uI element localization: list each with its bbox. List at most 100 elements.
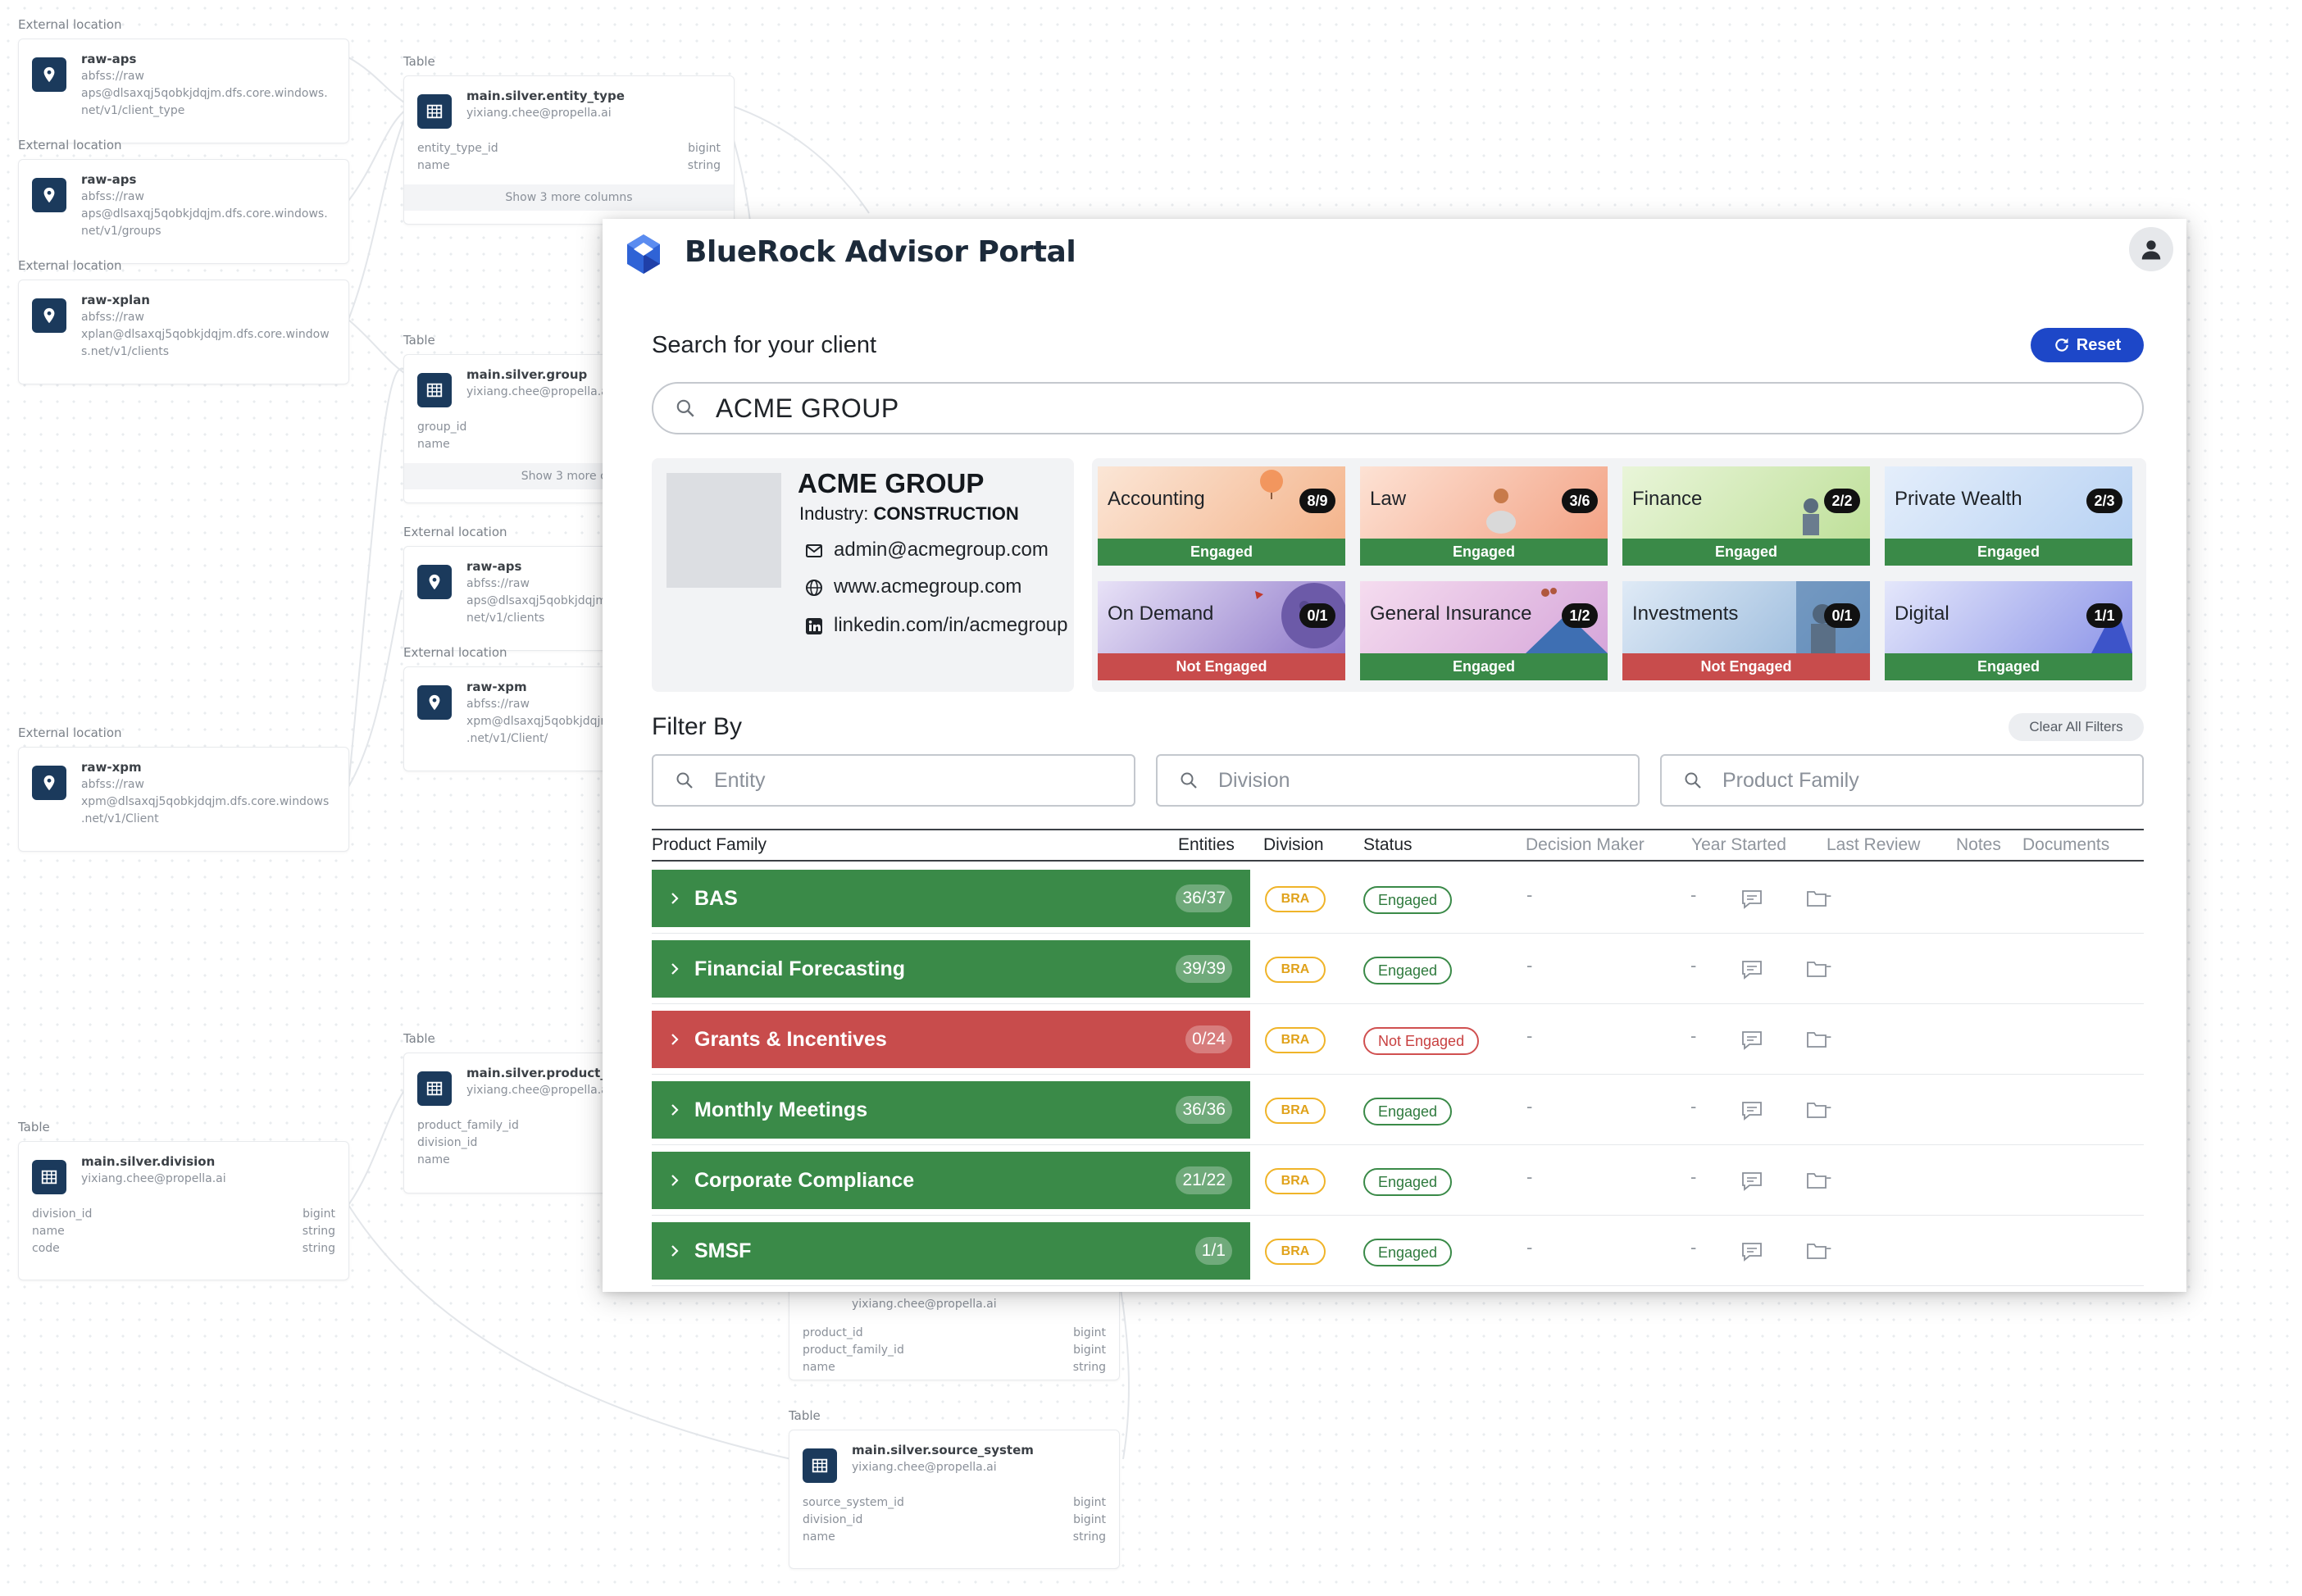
client-logo-placeholder (666, 473, 781, 588)
node-line: abfss://raw (466, 698, 530, 711)
node-title: raw-aps (466, 559, 522, 574)
product-family-bar[interactable]: Corporate Compliance 21/22 (652, 1152, 1250, 1209)
client-search-input[interactable]: ACME GROUP (652, 382, 2144, 434)
notes-icon[interactable] (1741, 960, 1763, 980)
node-title: main.silver.entity_type (466, 89, 625, 103)
node-title: main.silver.source_system (852, 1443, 1034, 1457)
decision-maker-value: - (1526, 955, 1533, 975)
col-status[interactable]: Status (1363, 835, 1413, 855)
service-tile-on-demand[interactable]: On Demand 0/1 Not Engaged (1098, 581, 1345, 680)
division-filter-input[interactable]: Division (1156, 754, 1640, 807)
location-pin-icon (417, 685, 452, 720)
notes-icon[interactable] (1741, 1101, 1763, 1121)
product-family-bar[interactable]: Monthly Meetings 36/36 (652, 1081, 1250, 1139)
filter-by-label: Filter By (652, 713, 743, 740)
lineage-node-silver-division[interactable]: Table main.silver.division yixiang.chee@… (18, 1120, 349, 1280)
product-family-bar[interactable]: SMSF 1/1 (652, 1222, 1250, 1280)
show-more-columns-link[interactable]: Show 3 more columns (404, 184, 734, 211)
bluerock-logo-icon (627, 234, 660, 274)
product-family-bar[interactable]: Grants & Incentives 0/24 (652, 1011, 1250, 1068)
lineage-node-raw-xplan[interactable]: External location raw-xplan abfss://raw … (18, 258, 349, 384)
refresh-icon (2055, 338, 2068, 352)
lineage-node-raw-aps-client-type[interactable]: External location raw-aps abfss://raw ap… (18, 17, 349, 143)
node-column: division_id bigint (803, 1513, 1106, 1526)
user-avatar[interactable] (2129, 227, 2173, 271)
col-division[interactable]: Division (1263, 835, 1324, 855)
year-started-value: - (1690, 1025, 1697, 1046)
product-family-bar[interactable]: BAS 36/37 (652, 870, 1250, 927)
node-line: abfss://raw (81, 190, 144, 203)
service-tile-investments[interactable]: Investments 0/1 Not Engaged (1622, 581, 1870, 680)
table-row[interactable]: SMSF 1/1 BRA Engaged - - - (652, 1216, 2144, 1286)
notes-icon[interactable] (1741, 1171, 1763, 1191)
table-row[interactable]: Grants & Incentives 0/24 BRA Not Engaged - - - (652, 1004, 2144, 1075)
notes-icon[interactable] (1741, 889, 1763, 909)
col-decision-maker[interactable]: Decision Maker (1526, 835, 1645, 855)
product-family-name: Grants & Incentives (694, 1027, 887, 1051)
col-product-family[interactable]: Product Family (652, 835, 767, 855)
col-notes[interactable]: Notes (1956, 835, 2001, 855)
lineage-node-raw-aps-groups[interactable]: External location raw-aps abfss://raw ap… (18, 138, 349, 264)
decision-maker-value: - (1526, 1237, 1533, 1257)
service-tile-law[interactable]: Law 3/6 Engaged (1360, 466, 1608, 566)
node-line: xplan@dlsaxqj5qobkjdqjm.dfs.core.window (81, 328, 330, 341)
search-icon (676, 772, 693, 789)
product-table-header: Product Family Entities Division Status … (652, 829, 2144, 862)
lineage-node-raw-xpm-client[interactable]: External location raw-xpm abfss://raw xp… (18, 725, 349, 852)
location-pin-icon (417, 565, 452, 599)
node-line: .net/v1/Client/ (466, 732, 548, 745)
tile-label: Accounting (1108, 488, 1205, 510)
node-line: abfss://raw (466, 577, 530, 590)
tile-status: Engaged (1098, 539, 1345, 566)
node-line: net/v1/clients (466, 612, 545, 625)
table-row[interactable]: Financial Forecasting 39/39 BRA Engaged - - - (652, 934, 2144, 1004)
service-tile-digital[interactable]: Digital 1/1 Engaged (1885, 581, 2132, 680)
product-family-placeholder: Product Family (1722, 768, 1859, 792)
folder-icon[interactable] (1806, 1030, 1827, 1048)
col-last-review[interactable]: Last Review (1827, 835, 1920, 855)
folder-icon[interactable] (1806, 1171, 1827, 1189)
notes-icon[interactable] (1741, 1242, 1763, 1262)
chevron-right-icon (671, 1034, 679, 1045)
folder-icon[interactable] (1806, 889, 1827, 907)
node-line: abfss://raw (81, 311, 144, 324)
entities-count: 39/39 (1176, 955, 1232, 983)
node-owner: yixiang.chee@propella.ai (466, 1084, 612, 1097)
folder-icon[interactable] (1806, 960, 1827, 978)
location-pin-icon (32, 57, 66, 92)
division-badge: BRA (1265, 1098, 1326, 1124)
service-tile-general-insurance[interactable]: General Insurance 1/2 Engaged (1360, 581, 1608, 680)
node-kind: Table (403, 54, 435, 69)
clear-all-filters-button[interactable]: Clear All Filters (2009, 713, 2144, 741)
node-column: name string (803, 1530, 1106, 1544)
table-row[interactable]: Corporate Compliance 21/22 BRA Engaged - - - (652, 1145, 2144, 1216)
status-badge: Engaged (1363, 1239, 1453, 1266)
lineage-node-silver-entity-type[interactable]: Table main.silver.entity_type yixiang.ch… (403, 54, 735, 225)
service-tile-finance[interactable]: Finance 2/2 Engaged (1622, 466, 1870, 566)
mail-icon (806, 544, 822, 557)
product-family-filter-input[interactable]: Product Family (1660, 754, 2144, 807)
service-tile-accounting[interactable]: Accounting 8/9 Engaged (1098, 466, 1345, 566)
lineage-node-silver-source-system[interactable]: Table main.silver.source_system yixiang.… (789, 1408, 1120, 1569)
folder-icon[interactable] (1806, 1242, 1827, 1260)
folder-icon[interactable] (1806, 1101, 1827, 1119)
status-badge: Engaged (1363, 1098, 1453, 1125)
entity-filter-input[interactable]: Entity (652, 754, 1135, 807)
product-family-bar[interactable]: Financial Forecasting 39/39 (652, 940, 1250, 998)
client-website[interactable]: www.acmegroup.com (804, 575, 1071, 598)
year-started-value: - (1690, 1096, 1697, 1116)
col-documents[interactable]: Documents (2022, 835, 2109, 855)
linkedin-icon (806, 618, 822, 634)
col-entities[interactable]: Entities (1178, 835, 1235, 855)
table-row[interactable]: Monthly Meetings 36/36 BRA Engaged - - - (652, 1075, 2144, 1145)
user-icon (2141, 240, 2161, 260)
table-row[interactable]: BAS 36/37 BRA Engaged - - - (652, 863, 2144, 934)
service-tile-private-wealth[interactable]: Private Wealth 2/3 Engaged (1885, 466, 2132, 566)
division-badge: BRA (1265, 1239, 1326, 1265)
notes-icon[interactable] (1741, 1030, 1763, 1050)
tile-count: 0/1 (1299, 603, 1335, 628)
reset-button[interactable]: Reset (2031, 328, 2144, 362)
col-year-started[interactable]: Year Started (1691, 835, 1786, 855)
client-linkedin[interactable]: linkedin.com/in/acmegroup (804, 614, 1071, 637)
client-email[interactable]: admin@acmegroup.com (804, 539, 1071, 562)
